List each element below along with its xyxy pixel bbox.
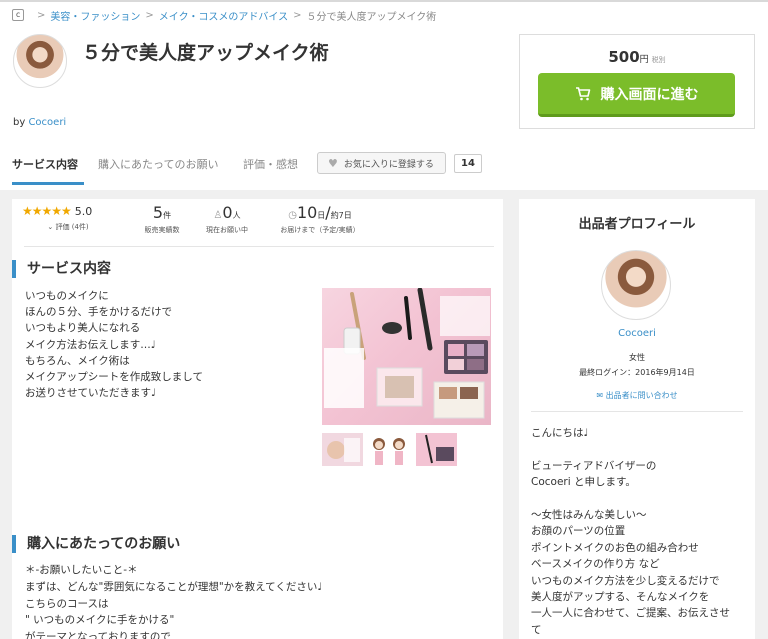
purchase-notes-text: ＊-お願いしたいこと-＊ まずは、どんな"雰囲気になることが理想"かを教えてくだ… bbox=[25, 564, 323, 639]
profile-gender: 女性 bbox=[629, 353, 645, 362]
breadcrumb: c > 美容・ファッション > メイク・コスメのアドバイス > ５分で美人度アッ… bbox=[12, 8, 437, 23]
top-border bbox=[0, 0, 768, 2]
pending-stat: ♙0人 現在お願い中 bbox=[197, 204, 257, 235]
tab-purchase-notes[interactable]: 購入にあたってのお願い bbox=[98, 156, 218, 172]
seller-avatar[interactable] bbox=[13, 34, 67, 88]
tab-service[interactable]: サービス内容 bbox=[12, 156, 78, 172]
price: 500円 税別 bbox=[520, 48, 754, 66]
rating-sub: ⌄ 評価 (4件) bbox=[22, 222, 114, 232]
purchase-notes-heading: 購入にあたってのお願い bbox=[12, 535, 180, 553]
tab-reviews[interactable]: 評価・感想 bbox=[243, 156, 298, 172]
seller-profile-card: 出品者プロフィール Cocoeri 女性 最終ログイン：2016年9月14日 ✉… bbox=[519, 199, 755, 639]
thumbnail-image bbox=[369, 433, 410, 466]
rating-value: 5.0 bbox=[74, 205, 93, 218]
sales-unit: 件 bbox=[163, 211, 172, 220]
service-main-image[interactable] bbox=[322, 288, 491, 425]
profile-heading: 出品者プロフィール bbox=[578, 217, 696, 232]
by-line: by Cocoeri bbox=[13, 117, 66, 128]
sales-label: 販売実績数 bbox=[144, 226, 180, 234]
rating-stat[interactable]: ★★★★★ 5.0 ⌄ 評価 (4件) bbox=[22, 204, 114, 232]
seller-name-link[interactable]: Cocoeri bbox=[28, 117, 66, 128]
profile-avatar[interactable] bbox=[601, 250, 671, 320]
price-box: 500円 税別 購入画面に進む bbox=[519, 34, 755, 129]
heart-icon: ♥ bbox=[328, 156, 338, 170]
price-value: 500 bbox=[608, 48, 640, 66]
cosmetics-photo bbox=[324, 288, 490, 419]
tax-note: 税別 bbox=[651, 56, 666, 64]
favorite-button[interactable]: ♥ お気に入りに登録する bbox=[317, 152, 446, 174]
page-title: ５分で美人度アップメイク術 bbox=[82, 42, 329, 64]
chevron-down-icon: ⌄ bbox=[47, 223, 54, 231]
cart-icon bbox=[575, 86, 591, 101]
mail-icon: ✉ bbox=[596, 391, 604, 400]
favorite-count: 14 bbox=[454, 154, 482, 173]
profile-name-link[interactable]: Cocoeri bbox=[519, 328, 755, 339]
thumbnail-3[interactable] bbox=[416, 433, 457, 466]
delivery-days: 10 bbox=[296, 203, 318, 222]
contact-seller-link[interactable]: ✉ 出品者に問い合わせ bbox=[519, 390, 755, 401]
thumbnail-1[interactable] bbox=[322, 433, 363, 466]
service-heading: サービス内容 bbox=[12, 260, 111, 278]
delivery-actual: 約7日 bbox=[330, 211, 352, 220]
price-currency: 円 bbox=[639, 55, 649, 65]
breadcrumb-item-current: ５分で美人度アップメイク術 bbox=[306, 11, 437, 23]
breadcrumb-item-beauty-fashion[interactable]: 美容・ファッション bbox=[50, 8, 140, 23]
sales-count: 5 bbox=[152, 203, 164, 222]
rating-count: 評価 (4件) bbox=[55, 223, 89, 231]
thumbnail-image bbox=[416, 433, 457, 466]
profile-description: こんにちは♩ ビューティアドバイザーの Cocoeri と申します。 ～女性はみ… bbox=[531, 427, 730, 636]
site-logo-icon[interactable]: c bbox=[12, 9, 24, 21]
sales-stat: 5件 販売実績数 bbox=[132, 204, 192, 235]
breadcrumb-separator: > bbox=[37, 9, 46, 21]
profile-last-login: 最終ログイン：2016年9月14日 bbox=[579, 368, 695, 377]
breadcrumb-item-makeup-advice[interactable]: メイク・コスメのアドバイス bbox=[159, 8, 288, 23]
pending-count: 0 bbox=[222, 203, 233, 222]
rating-stars: ★★★★★ bbox=[22, 204, 72, 218]
clock-icon: ◷ bbox=[288, 210, 297, 221]
thumbnail-image bbox=[322, 433, 363, 466]
divider bbox=[531, 411, 743, 412]
by-label: by bbox=[13, 117, 26, 128]
divider bbox=[24, 246, 494, 247]
tab-bar: サービス内容 購入にあたってのお願い 評価・感想 ♥ お気に入りに登録する 14 bbox=[0, 152, 768, 185]
thumbnail-2[interactable] bbox=[369, 433, 410, 466]
contact-seller-label: 出品者に問い合わせ bbox=[605, 391, 678, 400]
pending-label: 現在お願い中 bbox=[206, 226, 248, 234]
delivery-stat: ◷10日/約7日 お届けまで（予定/実績） bbox=[270, 204, 370, 235]
favorite-label: お気に入りに登録する bbox=[343, 159, 434, 170]
delivery-label: お届けまで（予定/実績） bbox=[280, 226, 360, 234]
buy-button-label: 購入画面に進む bbox=[600, 86, 699, 103]
service-description: いつものメイクに ほんの５分、手をかけるだけで いつもより美人になれる メイク方… bbox=[25, 290, 203, 400]
service-card: ★★★★★ 5.0 ⌄ 評価 (4件) 5件 販売実績数 ♙0人 現在お願い中 ◷… bbox=[12, 199, 503, 639]
active-tab-indicator bbox=[12, 182, 84, 185]
buy-button[interactable]: 購入画面に進む bbox=[538, 73, 735, 117]
stats-bar: ★★★★★ 5.0 ⌄ 評価 (4件) 5件 販売実績数 ♙0人 現在お願い中 ◷… bbox=[12, 199, 503, 247]
breadcrumb-separator: > bbox=[293, 9, 302, 21]
breadcrumb-separator: > bbox=[145, 9, 154, 21]
pending-unit: 人 bbox=[232, 211, 241, 220]
